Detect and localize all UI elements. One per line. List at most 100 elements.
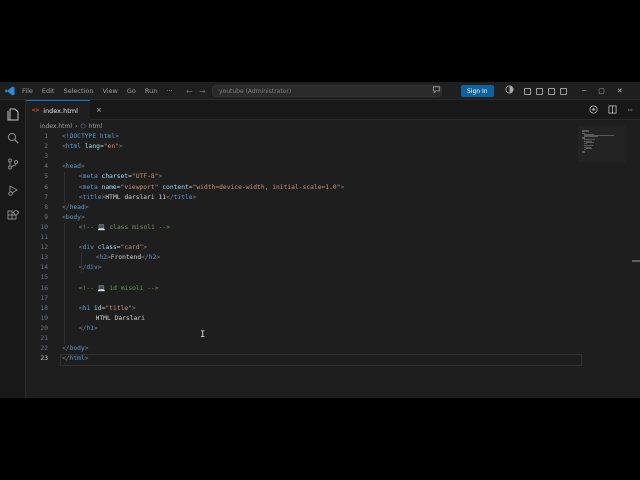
code-line[interactable]: 14 </div> [26, 263, 586, 273]
minimize-icon[interactable]: ─ [582, 87, 586, 95]
code-line[interactable]: 5 <meta charset="UTF-8"> [26, 172, 586, 182]
code-text: <!DOCTYPE html> [62, 133, 119, 140]
breadcrumb-symbol[interactable]: html [89, 123, 103, 130]
command-center-search[interactable]: → youtube (Administrator) [199, 85, 442, 97]
line-number: 17 [40, 294, 48, 302]
minimap-line [584, 143, 587, 144]
scrollbar-marker[interactable] [632, 260, 640, 262]
line-number: 1 [44, 133, 48, 140]
maximize-icon[interactable]: ▢ [598, 87, 605, 95]
menu-selection[interactable]: Selection [63, 87, 93, 95]
code-text: </html> [62, 355, 89, 363]
code-line[interactable]: 7 <title>HTML darslari 11</title> [26, 193, 586, 203]
menu-go[interactable]: Go [127, 87, 136, 95]
code-text: <body> [62, 213, 85, 221]
window-controls: ─ ▢ ✕ [582, 82, 623, 100]
line-number: 2 [44, 143, 48, 151]
line-number: 16 [40, 284, 48, 292]
menu-more[interactable]: ··· [166, 87, 172, 95]
source-control-icon[interactable] [5, 156, 21, 172]
extensions-icon[interactable] [5, 208, 21, 224]
run-debug-icon[interactable] [5, 182, 21, 198]
split-editor-icon[interactable] [589, 104, 598, 116]
line-number: 3 [44, 153, 48, 161]
line-number: 15 [40, 274, 48, 282]
code-text: </body> [62, 345, 89, 353]
line-number: 7 [44, 193, 48, 201]
explorer-icon[interactable] [5, 106, 21, 122]
vscode-window: File Edit Selection View Go Run ··· ← → … [0, 82, 640, 398]
code-line[interactable]: 4 <head> [26, 162, 586, 172]
code-line[interactable]: 11 [26, 233, 586, 243]
code-line[interactable]: 2 <html lang="en"> [26, 142, 586, 152]
code-line[interactable]: 16 <!-- 💻 id misoli --> [26, 284, 586, 294]
code-line[interactable]: 13 <h2>Frontend</h2> [26, 253, 586, 263]
code-line[interactable]: 23 </html> [26, 354, 586, 367]
toggle-secondary-sidebar-icon[interactable] [548, 87, 555, 95]
code-line[interactable]: 15 [26, 273, 586, 283]
search-icon[interactable] [5, 130, 21, 146]
code-text: <title>HTML darslari 11</title> [78, 193, 197, 201]
minimap[interactable] [582, 130, 618, 154]
navigation-arrows: ← [186, 82, 193, 100]
mouse-cursor-icon: I [200, 330, 206, 340]
code-line[interactable]: 12 <div class="card"> [26, 243, 586, 253]
code-text: <html lang="en"> [62, 143, 123, 151]
line-number: 10 [40, 223, 48, 231]
back-arrow-icon[interactable]: ← [186, 87, 193, 96]
code-text: <h1 id="title"> [78, 304, 136, 312]
more-actions-icon[interactable]: ··· [627, 106, 633, 115]
split-editor-right-icon[interactable] [608, 104, 617, 116]
code-line[interactable]: 10 <!-- 💻 class misoli --> [26, 223, 586, 233]
code-text: <!-- 💻 id misoli --> [78, 284, 159, 292]
minimap-line [584, 149, 587, 150]
minimap-line [582, 131, 590, 132]
symbol-icon: ⬡ [80, 122, 86, 130]
sign-in-button[interactable]: Sign In [461, 85, 494, 97]
line-number: 4 [44, 163, 48, 171]
menu-run[interactable]: Run [145, 87, 157, 95]
code-line[interactable]: 17 [26, 294, 586, 304]
close-tab-icon[interactable]: × [96, 106, 102, 114]
code-line[interactable]: 6 <meta name="viewport" content="width=de… [26, 183, 586, 193]
minimap-line [586, 142, 594, 143]
code-line[interactable]: 1 <!DOCTYPE html> [26, 132, 586, 142]
code-line[interactable]: 3 [26, 152, 586, 162]
menu-view[interactable]: View [102, 87, 117, 95]
minimap-line [584, 139, 595, 140]
code-text: <meta name="viewport" content="width=dev… [78, 183, 345, 191]
code-line[interactable]: 19 HTML Darslari [26, 314, 586, 324]
layout-controls [524, 82, 567, 100]
forward-arrow-icon[interactable]: → [199, 87, 206, 96]
code-line[interactable]: 20 </h1> [26, 324, 586, 334]
toggle-sidebar-icon[interactable] [536, 87, 543, 95]
menu-file[interactable]: File [22, 87, 33, 95]
accounts-icon[interactable] [505, 85, 514, 96]
copilot-icon[interactable] [432, 85, 441, 96]
tab-index-html[interactable]: <> index.html × [26, 100, 102, 120]
editor-tabs: <> index.html × ··· [26, 100, 640, 120]
code-line[interactable]: 22 </body> [26, 344, 586, 354]
code-text: <meta charset="UTF-8"> [78, 173, 163, 181]
editor-actions: ··· [589, 100, 633, 120]
code-line[interactable]: 21 [26, 334, 586, 344]
code-line[interactable]: 9 <body> [26, 213, 586, 223]
breadcrumb-file[interactable]: index.html [40, 123, 72, 130]
line-number: 22 [40, 345, 48, 353]
indent-guide [64, 172, 65, 203]
html-file-icon: <> [32, 107, 40, 114]
close-window-icon[interactable]: ✕ [617, 87, 623, 95]
code-line[interactable]: 18 <h1 id="title"> [26, 304, 586, 314]
line-number: 12 [40, 244, 48, 252]
toggle-panel-icon[interactable] [524, 87, 531, 95]
code-editor[interactable]: 1 <!DOCTYPE html> 2 <html lang="en"> 3 4 <head… [26, 132, 640, 398]
minimap-line [584, 136, 598, 137]
code-text: <h2>Frontend</h2> [95, 254, 161, 262]
breadcrumb: index.html › ⬡ html [40, 121, 102, 131]
menu-edit[interactable]: Edit [42, 87, 55, 95]
code-text: <head> [62, 163, 85, 171]
line-number: 11 [40, 234, 48, 241]
tab-label: index.html [43, 106, 78, 115]
code-line[interactable]: 8 </head> [26, 203, 586, 213]
customize-layout-icon[interactable] [560, 87, 567, 95]
